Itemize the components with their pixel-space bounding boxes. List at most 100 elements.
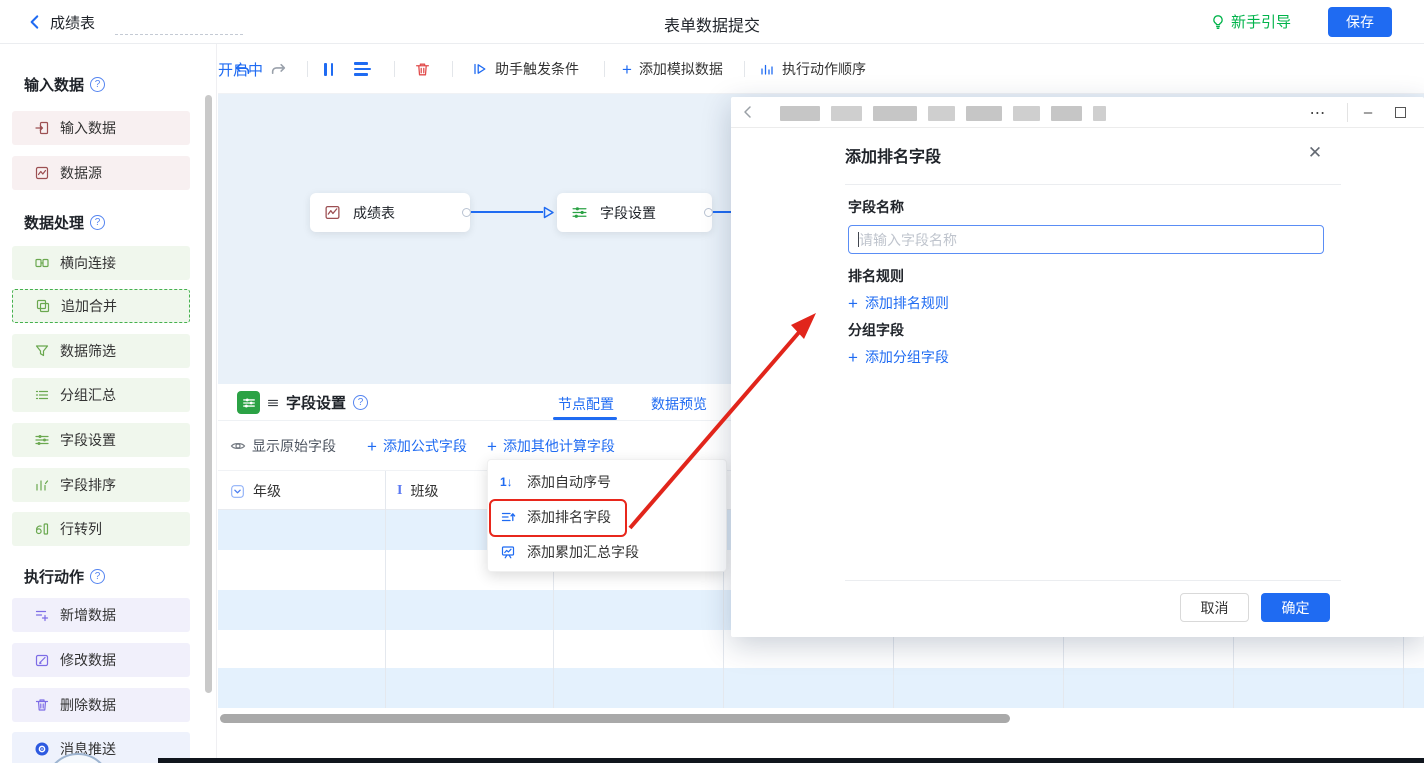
filter-icon (34, 343, 50, 359)
sidebar-item-horizontal-join[interactable]: 横向连接 (12, 246, 190, 280)
dialog-divider (845, 184, 1341, 185)
add-rank-rule-button[interactable]: 添加排名规则 (848, 293, 949, 313)
sidebar-item-group-summary[interactable]: 分组汇总 (12, 378, 190, 412)
output-port[interactable] (462, 208, 471, 217)
dialog-title: 添加排名字段 (845, 143, 941, 167)
sidebar-item-field-sort[interactable]: 字段排序 (12, 468, 190, 502)
table-row (218, 668, 1424, 708)
text-type-icon: I (397, 483, 402, 499)
section-input-data: 输入数据 (24, 74, 105, 95)
assistant-trigger-button[interactable]: 助手触发条件 (472, 44, 579, 94)
cumulative-icon (500, 544, 518, 560)
edge-arrow-icon (543, 206, 555, 219)
column-header-class[interactable]: I 班级 (397, 481, 438, 501)
add-other-calc-field-button[interactable]: 添加其他计算字段 (487, 436, 615, 456)
menu-item-rank-field[interactable]: 添加排名字段 (488, 499, 726, 534)
maximize-icon[interactable] (1387, 97, 1413, 128)
message-push-icon (34, 741, 50, 757)
flow-edge (471, 211, 543, 213)
help-icon[interactable] (90, 77, 105, 92)
edit-icon (34, 652, 50, 668)
delete-node-icon[interactable] (414, 44, 431, 94)
undo-icon[interactable] (234, 44, 251, 94)
action-order-button[interactable]: 执行动作顺序 (759, 44, 866, 94)
sidebar-item-row-to-column[interactable]: 行转列 (12, 512, 190, 546)
select-type-icon (230, 484, 245, 499)
sidebar-item-append-merge[interactable]: 追加合并 (12, 289, 190, 323)
field-settings-node-icon (237, 391, 260, 414)
minimize-icon[interactable]: – (1355, 97, 1381, 128)
column-header-grade[interactable]: 年级 (230, 481, 281, 501)
top-bar: 成绩表 表单数据提交 新手引导 保存 (0, 0, 1424, 44)
sidebar-item-datasource[interactable]: 数据源 (12, 156, 190, 190)
beginner-guide-link[interactable]: 新手引导 (1210, 11, 1291, 32)
sidebar-scrollbar[interactable] (205, 95, 212, 693)
text-caret (858, 232, 859, 247)
help-icon[interactable] (353, 395, 368, 410)
sliders-icon (571, 204, 588, 221)
calc-field-menu: 1↓ 添加自动序号 添加排名字段 添加累加汇总字段 (487, 459, 727, 572)
confirm-button[interactable]: 确定 (1261, 593, 1330, 622)
sidebar-item-input-data[interactable]: 输入数据 (12, 111, 190, 145)
section-actions: 执行动作 (24, 566, 105, 587)
datasource-icon (34, 165, 50, 181)
canvas-toolbar: 助手触发条件 添加模拟数据 执行动作顺序 开启中 (218, 44, 1424, 94)
plus-icon (367, 438, 377, 455)
toolbar-divider (604, 61, 605, 77)
output-port[interactable] (704, 208, 713, 217)
cancel-button[interactable]: 取消 (1180, 593, 1249, 622)
plus-icon (848, 349, 858, 366)
column-divider (385, 471, 386, 708)
menu-item-cumulative-sum[interactable]: 添加累加汇总字段 (488, 534, 726, 569)
redacted-window-title (780, 105, 1106, 121)
node-score-table[interactable]: 成绩表 (310, 193, 470, 232)
sidebar-divider (216, 44, 217, 763)
field-name-input[interactable] (848, 225, 1324, 254)
merge-icon (35, 298, 51, 314)
plus-icon (848, 295, 858, 312)
toolbar-divider (452, 61, 453, 77)
add-mock-data-button[interactable]: 添加模拟数据 (622, 44, 723, 94)
dialog-titlebar: ⋯ – (731, 97, 1424, 128)
show-original-fields-toggle[interactable]: 显示原始字段 (230, 436, 336, 456)
redo-icon[interactable] (270, 44, 287, 94)
help-icon[interactable] (90, 569, 105, 584)
import-icon (34, 120, 50, 136)
rank-rule-label: 排名规则 (848, 266, 904, 286)
add-record-icon (34, 607, 50, 623)
add-group-field-button[interactable]: 添加分组字段 (848, 347, 949, 367)
close-icon[interactable] (1303, 141, 1327, 165)
add-formula-field-button[interactable]: 添加公式字段 (367, 436, 467, 456)
tab-data-preview[interactable]: 数据预览 (651, 394, 707, 414)
rank-icon (500, 509, 518, 525)
active-tab-underline (553, 417, 617, 420)
sidebar-item-add-data[interactable]: 新增数据 (12, 598, 190, 632)
save-button[interactable]: 保存 (1328, 7, 1392, 37)
eye-icon (230, 438, 246, 454)
toolbar-divider (744, 61, 745, 77)
more-options-icon[interactable]: ⋯ (1304, 97, 1332, 128)
panel-title[interactable]: 字段设置 (286, 392, 346, 413)
sidebar-item-edit-data[interactable]: 修改数据 (12, 643, 190, 677)
field-name-label: 字段名称 (848, 197, 904, 217)
table-source-icon (324, 204, 341, 221)
horizontal-scrollbar[interactable] (220, 714, 1010, 723)
row-to-column-icon (34, 521, 50, 537)
toolbar-divider (307, 61, 308, 77)
back-icon[interactable] (740, 104, 756, 120)
run-condition-icon (472, 61, 488, 77)
node-field-settings[interactable]: 字段设置 (557, 193, 712, 232)
dialog-footer-divider (845, 580, 1341, 581)
tab-node-config[interactable]: 节点配置 (558, 394, 614, 414)
section-data-process: 数据处理 (24, 212, 105, 233)
help-icon[interactable] (90, 215, 105, 230)
vertical-align-icon[interactable] (324, 44, 333, 94)
menu-item-auto-number[interactable]: 1↓ 添加自动序号 (488, 464, 726, 499)
horizontal-align-icon[interactable] (354, 44, 371, 94)
toolbar-divider (394, 61, 395, 77)
group-field-label: 分组字段 (848, 320, 904, 340)
sidebar-item-field-settings[interactable]: 字段设置 (12, 423, 190, 457)
sidebar-item-delete-data[interactable]: 删除数据 (12, 688, 190, 722)
sidebar-item-data-filter[interactable]: 数据筛选 (12, 334, 190, 368)
panel-title-glyph-icon (267, 397, 279, 409)
